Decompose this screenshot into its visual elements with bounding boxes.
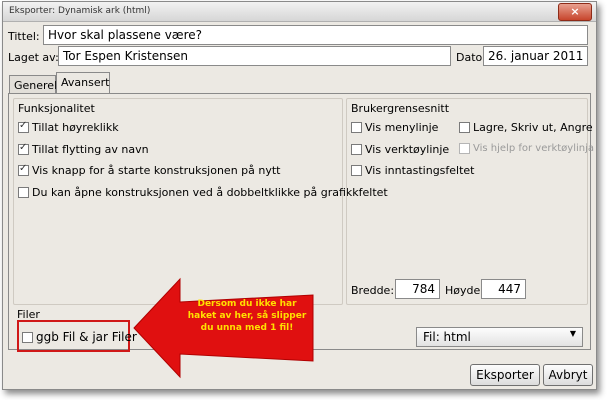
close-button[interactable]: × — [558, 3, 592, 21]
checkbox-tillat-hoyreklikk[interactable]: Tillat høyreklikk — [18, 120, 119, 134]
ui-heading: Brukergrensesnitt — [351, 102, 450, 115]
title-bar[interactable]: Eksporter: Dynamisk ark (html) × — [3, 2, 596, 22]
checkbox-label: Lagre, Skriv ut, Angre — [473, 121, 593, 134]
date-field[interactable]: 26. januar 2011 — [483, 46, 588, 66]
checkbox-vis-menylinje[interactable]: Vis menylinje — [351, 121, 438, 134]
tab-avansert[interactable]: Avansert — [56, 72, 110, 94]
title-label: Tittel: — [8, 30, 40, 43]
checkbox-icon[interactable] — [22, 331, 33, 343]
tab-generelt[interactable]: Generelt — [9, 75, 61, 95]
file-format-value: Fil: html — [423, 330, 471, 344]
functionality-group: Funksjonalitet Tillat høyreklikk Tillat … — [13, 98, 388, 305]
checkbox-vis-inntastingsfeltet[interactable]: Vis inntastingsfeltet — [351, 164, 475, 177]
width-field[interactable]: 784 — [395, 279, 440, 299]
checkbox-label: Vis menylinje — [365, 121, 439, 134]
width-label: Bredde: — [351, 284, 395, 297]
export-button[interactable]: Eksporter — [470, 364, 540, 386]
checkbox-label: Vis inntastingsfeltet — [365, 164, 475, 177]
checkbox-icon[interactable] — [351, 165, 362, 176]
checkbox-icon[interactable] — [351, 122, 362, 133]
title-field[interactable]: Hvor skal plassene være? — [43, 25, 588, 45]
author-label: Laget av: — [8, 51, 59, 64]
checkbox-icon — [459, 143, 470, 154]
cancel-button[interactable]: Avbryt — [543, 364, 593, 386]
checkbox-ggb-jar-filer[interactable]: ggb Fil & jar Filer — [22, 330, 137, 344]
checkbox-vis-knapp[interactable]: Vis knapp for å starte konstruksjonen på… — [18, 163, 281, 177]
checkbox-label: Vis verktøylinje — [365, 143, 450, 156]
checkbox-icon[interactable] — [351, 144, 362, 155]
checkbox-icon[interactable] — [18, 142, 29, 155]
checkbox-label: Vis hjelp for verktøylinja — [473, 143, 595, 154]
height-label: Høyde: — [445, 284, 484, 297]
annotation-text: Dersom du ikke har haket av her, så slip… — [187, 299, 307, 333]
tab-panel-avansert: Funksjonalitet Tillat høyreklikk Tillat … — [8, 93, 594, 379]
file-format-select[interactable]: Fil: html ▼ — [416, 327, 583, 347]
date-label: Dato: — [456, 51, 486, 64]
checkbox-tillat-flytting[interactable]: Tillat flytting av navn — [18, 142, 149, 156]
checkbox-label: Vis knapp for å starte konstruksjonen på… — [32, 164, 281, 177]
functionality-heading: Funksjonalitet — [18, 102, 95, 115]
checkbox-label: Du kan åpne konstruksjonen ved å dobbelt… — [32, 186, 388, 199]
checkbox-label: ggb Fil & jar Filer — [36, 330, 137, 344]
checkbox-dobbeltklikk[interactable]: Du kan åpne konstruksjonen ved å dobbelt… — [18, 186, 388, 199]
height-field[interactable]: 447 — [481, 279, 526, 299]
checkbox-vis-hjelp: Vis hjelp for verktøylinja — [459, 143, 594, 154]
checkbox-icon[interactable] — [18, 120, 29, 133]
checkbox-lagre-skriv-angre[interactable]: Lagre, Skriv ut, Angre — [459, 121, 593, 134]
author-field[interactable]: Tor Espen Kristensen — [58, 46, 451, 66]
checkbox-vis-verktoylinje[interactable]: Vis verktøylinje — [351, 143, 449, 156]
checkbox-icon[interactable] — [18, 187, 29, 198]
checkbox-label: Tillat flytting av navn — [32, 143, 149, 156]
checkbox-icon[interactable] — [459, 122, 470, 133]
chevron-down-icon[interactable]: ▼ — [570, 329, 576, 338]
window-title: Eksporter: Dynamisk ark (html) — [9, 6, 151, 16]
ui-group: Brukergrensesnitt Vis menylinje Vis verk… — [346, 98, 594, 305]
export-dialog: Eksporter: Dynamisk ark (html) × Tittel:… — [2, 1, 597, 390]
checkbox-label: Tillat høyreklikk — [32, 121, 119, 134]
checkbox-icon[interactable] — [18, 163, 29, 176]
